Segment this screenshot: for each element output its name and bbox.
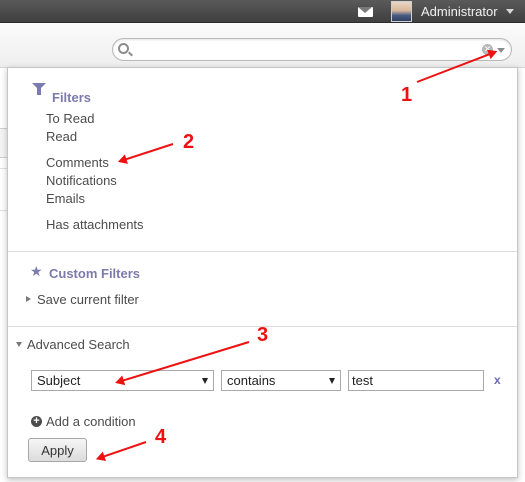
filters-heading-label: Filters (52, 90, 92, 105)
funnel-icon (32, 83, 46, 105)
filter-to-read[interactable]: To Read (46, 111, 94, 126)
filter-notifications[interactable]: Notifications (46, 173, 117, 188)
filter-has-attachments[interactable]: Has attachments (46, 217, 144, 232)
select-arrow-icon (329, 378, 335, 384)
annotation-number: 1 (401, 84, 413, 106)
advanced-search-toggle[interactable]: Advanced Search (27, 337, 130, 352)
filter-emails[interactable]: Emails (46, 191, 85, 206)
annotation-number: 4 (155, 426, 167, 448)
search-input[interactable] (135, 41, 475, 58)
remove-condition-button[interactable]: x (494, 373, 501, 387)
filters-heading: Filters (32, 83, 92, 105)
annotation-number: 2 (183, 131, 195, 153)
save-current-filter-link[interactable]: Save current filter (37, 292, 139, 307)
user-menu-label[interactable]: Administrator (421, 4, 498, 19)
condition-value-input[interactable] (348, 370, 484, 391)
search-dropdown-panel: Filters To Read Read Comments Notificati… (7, 67, 518, 478)
custom-filters-heading: ★ Custom Filters (30, 264, 141, 281)
collapse-triangle-icon[interactable] (16, 342, 22, 347)
avatar[interactable] (391, 1, 412, 22)
star-icon: ★ (30, 263, 43, 279)
field-select-value: Subject (37, 373, 81, 388)
envelope-icon[interactable] (358, 7, 373, 17)
apply-button[interactable]: Apply (28, 438, 87, 462)
filter-comments[interactable]: Comments (46, 155, 109, 170)
user-menu-caret-icon[interactable] (506, 9, 514, 14)
search-icon (118, 43, 129, 54)
add-condition-link[interactable]: Add a condition (46, 414, 136, 429)
search-box[interactable]: ✕ (112, 38, 512, 61)
operator-select[interactable]: contains (221, 370, 341, 391)
annotation-number: 3 (257, 324, 269, 346)
top-bar: Administrator (0, 0, 525, 23)
search-options-toggle-icon[interactable] (497, 48, 505, 53)
select-arrow-icon (202, 378, 208, 384)
custom-filters-heading-label: Custom Filters (49, 266, 141, 281)
filter-read[interactable]: Read (46, 129, 77, 144)
operator-select-value: contains (227, 373, 276, 388)
expand-triangle-icon[interactable] (26, 296, 31, 302)
section-divider (8, 251, 517, 252)
add-icon[interactable]: + (31, 416, 42, 427)
